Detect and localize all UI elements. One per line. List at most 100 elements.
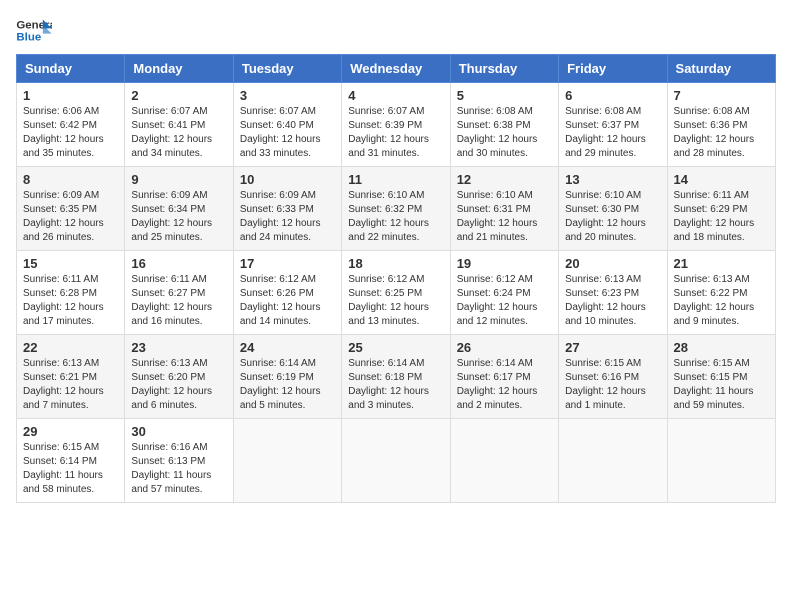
day-number: 29 <box>23 424 118 439</box>
day-number: 16 <box>131 256 226 271</box>
day-number: 12 <box>457 172 552 187</box>
calendar-cell <box>233 419 341 503</box>
calendar-table: SundayMondayTuesdayWednesdayThursdayFrid… <box>16 54 776 503</box>
calendar-cell: 6 Sunrise: 6:08 AMSunset: 6:37 PMDaylight… <box>559 83 667 167</box>
day-info: Sunrise: 6:15 AMSunset: 6:16 PMDaylight:… <box>565 358 646 411</box>
day-info: Sunrise: 6:08 AMSunset: 6:38 PMDaylight:… <box>457 106 538 159</box>
day-number: 13 <box>565 172 660 187</box>
calendar-cell: 11 Sunrise: 6:10 AMSunset: 6:32 PMDayligh… <box>342 167 450 251</box>
calendar-cell: 20 Sunrise: 6:13 AMSunset: 6:23 PMDayligh… <box>559 251 667 335</box>
calendar-cell: 28 Sunrise: 6:15 AMSunset: 6:15 PMDayligh… <box>667 335 775 419</box>
day-info: Sunrise: 6:08 AMSunset: 6:37 PMDaylight:… <box>565 106 646 159</box>
day-number: 23 <box>131 340 226 355</box>
calendar-cell: 14 Sunrise: 6:11 AMSunset: 6:29 PMDayligh… <box>667 167 775 251</box>
day-number: 22 <box>23 340 118 355</box>
calendar-cell: 1 Sunrise: 6:06 AMSunset: 6:42 PMDaylight… <box>17 83 125 167</box>
day-number: 20 <box>565 256 660 271</box>
calendar-cell <box>667 419 775 503</box>
day-number: 7 <box>674 88 769 103</box>
calendar-cell: 5 Sunrise: 6:08 AMSunset: 6:38 PMDaylight… <box>450 83 558 167</box>
day-number: 14 <box>674 172 769 187</box>
day-info: Sunrise: 6:09 AMSunset: 6:33 PMDaylight:… <box>240 190 321 243</box>
day-number: 19 <box>457 256 552 271</box>
day-info: Sunrise: 6:09 AMSunset: 6:35 PMDaylight:… <box>23 190 104 243</box>
calendar-cell: 21 Sunrise: 6:13 AMSunset: 6:22 PMDayligh… <box>667 251 775 335</box>
calendar-cell <box>450 419 558 503</box>
day-number: 30 <box>131 424 226 439</box>
weekday-header-tuesday: Tuesday <box>233 55 341 83</box>
day-number: 18 <box>348 256 443 271</box>
day-number: 27 <box>565 340 660 355</box>
day-info: Sunrise: 6:11 AMSunset: 6:28 PMDaylight:… <box>23 274 104 327</box>
day-info: Sunrise: 6:11 AMSunset: 6:27 PMDaylight:… <box>131 274 212 327</box>
day-info: Sunrise: 6:06 AMSunset: 6:42 PMDaylight:… <box>23 106 104 159</box>
calendar-cell: 27 Sunrise: 6:15 AMSunset: 6:16 PMDayligh… <box>559 335 667 419</box>
day-number: 6 <box>565 88 660 103</box>
day-number: 3 <box>240 88 335 103</box>
day-info: Sunrise: 6:15 AMSunset: 6:15 PMDaylight:… <box>674 358 754 411</box>
day-number: 21 <box>674 256 769 271</box>
day-number: 8 <box>23 172 118 187</box>
day-info: Sunrise: 6:12 AMSunset: 6:26 PMDaylight:… <box>240 274 321 327</box>
day-info: Sunrise: 6:14 AMSunset: 6:18 PMDaylight:… <box>348 358 429 411</box>
day-info: Sunrise: 6:13 AMSunset: 6:20 PMDaylight:… <box>131 358 212 411</box>
weekday-header-friday: Friday <box>559 55 667 83</box>
day-number: 10 <box>240 172 335 187</box>
day-number: 2 <box>131 88 226 103</box>
day-info: Sunrise: 6:14 AMSunset: 6:17 PMDaylight:… <box>457 358 538 411</box>
calendar-cell <box>559 419 667 503</box>
weekday-header-sunday: Sunday <box>17 55 125 83</box>
calendar-cell: 7 Sunrise: 6:08 AMSunset: 6:36 PMDaylight… <box>667 83 775 167</box>
calendar-cell: 18 Sunrise: 6:12 AMSunset: 6:25 PMDayligh… <box>342 251 450 335</box>
day-info: Sunrise: 6:12 AMSunset: 6:24 PMDaylight:… <box>457 274 538 327</box>
day-info: Sunrise: 6:12 AMSunset: 6:25 PMDaylight:… <box>348 274 429 327</box>
day-info: Sunrise: 6:07 AMSunset: 6:40 PMDaylight:… <box>240 106 321 159</box>
calendar-cell: 13 Sunrise: 6:10 AMSunset: 6:30 PMDayligh… <box>559 167 667 251</box>
calendar-cell: 22 Sunrise: 6:13 AMSunset: 6:21 PMDayligh… <box>17 335 125 419</box>
weekday-header-thursday: Thursday <box>450 55 558 83</box>
weekday-header-wednesday: Wednesday <box>342 55 450 83</box>
calendar-cell: 3 Sunrise: 6:07 AMSunset: 6:40 PMDaylight… <box>233 83 341 167</box>
day-number: 26 <box>457 340 552 355</box>
day-info: Sunrise: 6:09 AMSunset: 6:34 PMDaylight:… <box>131 190 212 243</box>
day-info: Sunrise: 6:15 AMSunset: 6:14 PMDaylight:… <box>23 442 103 495</box>
calendar-cell: 16 Sunrise: 6:11 AMSunset: 6:27 PMDayligh… <box>125 251 233 335</box>
day-info: Sunrise: 6:13 AMSunset: 6:22 PMDaylight:… <box>674 274 755 327</box>
day-number: 5 <box>457 88 552 103</box>
day-number: 1 <box>23 88 118 103</box>
calendar-cell: 19 Sunrise: 6:12 AMSunset: 6:24 PMDayligh… <box>450 251 558 335</box>
day-number: 28 <box>674 340 769 355</box>
calendar-cell: 10 Sunrise: 6:09 AMSunset: 6:33 PMDayligh… <box>233 167 341 251</box>
calendar-cell <box>342 419 450 503</box>
weekday-header-monday: Monday <box>125 55 233 83</box>
day-number: 4 <box>348 88 443 103</box>
calendar-cell: 26 Sunrise: 6:14 AMSunset: 6:17 PMDayligh… <box>450 335 558 419</box>
day-number: 24 <box>240 340 335 355</box>
day-number: 17 <box>240 256 335 271</box>
day-info: Sunrise: 6:07 AMSunset: 6:39 PMDaylight:… <box>348 106 429 159</box>
day-info: Sunrise: 6:14 AMSunset: 6:19 PMDaylight:… <box>240 358 321 411</box>
calendar-cell: 17 Sunrise: 6:12 AMSunset: 6:26 PMDayligh… <box>233 251 341 335</box>
calendar-cell: 4 Sunrise: 6:07 AMSunset: 6:39 PMDaylight… <box>342 83 450 167</box>
logo: General Blue <box>16 16 52 46</box>
day-info: Sunrise: 6:16 AMSunset: 6:13 PMDaylight:… <box>131 442 211 495</box>
day-info: Sunrise: 6:13 AMSunset: 6:23 PMDaylight:… <box>565 274 646 327</box>
day-number: 11 <box>348 172 443 187</box>
day-number: 15 <box>23 256 118 271</box>
svg-text:Blue: Blue <box>16 32 41 44</box>
calendar-cell: 2Sunrise: 6:07 AMSunset: 6:41 PMDaylight… <box>125 83 233 167</box>
day-info: Sunrise: 6:10 AMSunset: 6:30 PMDaylight:… <box>565 190 646 243</box>
calendar-cell: 25 Sunrise: 6:14 AMSunset: 6:18 PMDayligh… <box>342 335 450 419</box>
day-info: Sunrise: 6:13 AMSunset: 6:21 PMDaylight:… <box>23 358 104 411</box>
day-number: 9 <box>131 172 226 187</box>
calendar-cell: 30 Sunrise: 6:16 AMSunset: 6:13 PMDayligh… <box>125 419 233 503</box>
day-info: Sunrise: 6:08 AMSunset: 6:36 PMDaylight:… <box>674 106 755 159</box>
calendar-cell: 9 Sunrise: 6:09 AMSunset: 6:34 PMDaylight… <box>125 167 233 251</box>
day-info: Sunrise: 6:10 AMSunset: 6:31 PMDaylight:… <box>457 190 538 243</box>
calendar-cell: 24 Sunrise: 6:14 AMSunset: 6:19 PMDayligh… <box>233 335 341 419</box>
calendar-cell: 29 Sunrise: 6:15 AMSunset: 6:14 PMDayligh… <box>17 419 125 503</box>
day-number: 25 <box>348 340 443 355</box>
day-info: Sunrise: 6:11 AMSunset: 6:29 PMDaylight:… <box>674 190 755 243</box>
day-info: Sunrise: 6:10 AMSunset: 6:32 PMDaylight:… <box>348 190 429 243</box>
weekday-header-saturday: Saturday <box>667 55 775 83</box>
